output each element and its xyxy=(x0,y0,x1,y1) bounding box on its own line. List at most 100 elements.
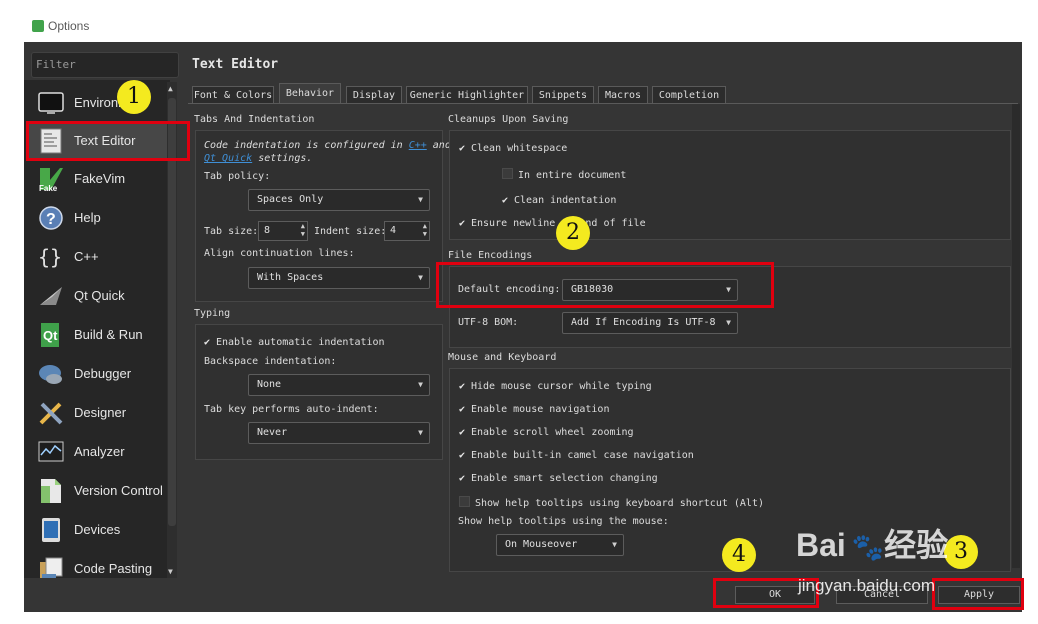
camel-case-navigation-checkbox[interactable]: ✔ Enable built-in camel case navigation xyxy=(459,450,694,461)
clean-whitespace-checkbox[interactable]: ✔ Clean whitespace xyxy=(459,143,567,154)
sidebar-item-build-run[interactable]: Qt Build & Run xyxy=(28,316,170,354)
version-control-icon xyxy=(38,478,64,504)
align-continuation-label: Align continuation lines: xyxy=(204,248,355,259)
sidebar-item-label: Code Pasting xyxy=(74,561,153,576)
tab-snippets[interactable]: Snippets xyxy=(532,86,594,103)
indent-size-label: Indent size: xyxy=(314,226,387,237)
devices-icon xyxy=(38,517,64,543)
chevron-down-icon: ▼ xyxy=(418,380,423,389)
page-title: Text Editor xyxy=(192,57,279,72)
title-bar xyxy=(0,14,1038,42)
help-tooltips-keyboard-checkbox[interactable]: Show help tooltips using keyboard shortc… xyxy=(459,496,764,509)
sidebar-item-label: Qt Quick xyxy=(74,288,125,303)
sidebar-item-label: Version Control xyxy=(74,483,163,498)
analyzer-icon xyxy=(38,439,64,465)
sidebar-item-cpp[interactable]: {} C++ xyxy=(28,238,170,276)
qt-creator-logo-icon xyxy=(32,20,44,32)
sidebar-item-analyzer[interactable]: Analyzer xyxy=(28,433,170,471)
tab-generic-highlighter[interactable]: Generic Highlighter xyxy=(406,86,528,103)
debugger-icon xyxy=(38,361,64,387)
checkmark-icon: ✔ xyxy=(459,381,466,392)
backspace-indentation-label: Backspace indentation: xyxy=(204,356,337,367)
spin-arrows-icon[interactable]: ▲ ▼ xyxy=(301,222,305,238)
sidebar-item-version-control[interactable]: Version Control xyxy=(28,472,170,510)
tab-size-spinbox[interactable]: 8 ▲ ▼ xyxy=(258,221,308,241)
svg-text:{}: {} xyxy=(38,245,62,269)
sidebar-item-label: C++ xyxy=(74,249,99,264)
sidebar-item-help[interactable]: ? Help xyxy=(28,199,170,237)
group-title-cleanups: Cleanups Upon Saving xyxy=(448,114,569,125)
checkmark-icon: ✔ xyxy=(459,404,466,415)
hide-mouse-cursor-checkbox[interactable]: ✔ Hide mouse cursor while typing xyxy=(459,381,652,392)
tab-policy-label: Tab policy: xyxy=(204,171,271,182)
checkmark-icon: ✔ xyxy=(459,473,466,484)
chevron-down-icon: ▼ xyxy=(418,428,423,437)
scroll-wheel-zoom-checkbox[interactable]: ✔ Enable scroll wheel zooming xyxy=(459,427,634,438)
help-tooltips-mouse-combo[interactable]: On Mouseover ▼ xyxy=(496,534,624,556)
tab-macros[interactable]: Macros xyxy=(598,86,648,103)
svg-text:Fake: Fake xyxy=(39,184,58,192)
tab-baseline xyxy=(188,103,1018,104)
chevron-down-icon: ▼ xyxy=(726,318,731,327)
designer-icon xyxy=(38,400,64,426)
tab-behavior[interactable]: Behavior xyxy=(279,83,341,103)
indent-size-spinbox[interactable]: 4 ▲ ▼ xyxy=(384,221,430,241)
group-title-tabs-indentation: Tabs And Indentation xyxy=(194,114,315,125)
scroll-down-icon[interactable]: ▼ xyxy=(168,567,173,576)
fakevim-icon: Fake xyxy=(38,166,64,193)
in-entire-document-checkbox[interactable]: In entire document xyxy=(502,168,626,181)
mouse-navigation-checkbox[interactable]: ✔ Enable mouse navigation xyxy=(459,404,609,415)
help-tooltips-mouse-label: Show help tooltips using the mouse: xyxy=(458,516,669,527)
sidebar-item-label: Analyzer xyxy=(74,444,125,459)
checkmark-icon: ✔ xyxy=(204,337,211,348)
baidu-watermark: Bai 🐾经验 xyxy=(796,527,949,563)
tab-display[interactable]: Display xyxy=(346,86,402,103)
cpp-settings-link[interactable]: C++ xyxy=(409,140,427,151)
sidebar-item-fakevim[interactable]: Fake FakeVim xyxy=(28,160,170,198)
sidebar-item-devices[interactable]: Devices xyxy=(28,511,170,549)
enable-auto-indent-checkbox[interactable]: ✔ Enable automatic indentation xyxy=(204,337,385,348)
spin-arrows-icon[interactable]: ▲ ▼ xyxy=(423,222,427,238)
checkmark-icon: ✔ xyxy=(459,218,466,229)
sidebar-item-qt-quick[interactable]: Qt Quick xyxy=(28,277,170,315)
chevron-down-icon: ▼ xyxy=(418,273,423,282)
backspace-indentation-combo[interactable]: None ▼ xyxy=(248,374,430,396)
annotation-badge-2: 2 xyxy=(556,216,590,250)
sidebar-item-label: Help xyxy=(74,210,101,225)
svg-text:Qt: Qt xyxy=(43,328,58,343)
chevron-down-icon: ▼ xyxy=(418,195,423,204)
group-title-typing: Typing xyxy=(194,308,231,319)
tab-font-colors[interactable]: Font & Colors xyxy=(192,86,274,103)
tab-key-label: Tab key performs auto-indent: xyxy=(204,404,379,415)
tab-completion[interactable]: Completion xyxy=(652,86,726,103)
sidebar-item-code-pasting[interactable]: Code Pasting xyxy=(28,550,170,578)
content-scrollbar[interactable] xyxy=(1012,104,1020,568)
sidebar-item-label: Designer xyxy=(74,405,127,420)
sidebar-item-designer[interactable]: Designer xyxy=(28,394,170,432)
checkmark-icon: ✔ xyxy=(459,450,466,461)
sidebar-item-label: Devices xyxy=(74,522,121,537)
tab-key-combo[interactable]: Never ▼ xyxy=(248,422,430,444)
sidebar-scrollbar-thumb[interactable] xyxy=(168,98,176,526)
checkmark-icon: ✔ xyxy=(459,427,466,438)
indentation-note: Code indentation is configured in C++ an… xyxy=(204,140,451,151)
chevron-down-icon: ▼ xyxy=(612,540,617,549)
highlight-box-default-encoding xyxy=(436,262,774,308)
align-continuation-combo[interactable]: With Spaces ▼ xyxy=(248,267,430,289)
scroll-up-icon[interactable]: ▲ xyxy=(168,84,173,93)
window-title: Options xyxy=(48,19,90,33)
monitor-icon xyxy=(38,90,64,116)
sidebar-item-debugger[interactable]: Debugger xyxy=(28,355,170,393)
annotation-badge-4: 4 xyxy=(722,538,756,572)
braces-icon: {} xyxy=(38,244,64,270)
tab-policy-combo[interactable]: Spaces Only ▼ xyxy=(248,189,430,211)
ensure-newline-checkbox[interactable]: ✔Ensure newline at end of file xyxy=(459,218,646,229)
utf8-bom-combo[interactable]: Add If Encoding Is UTF-8 ▼ xyxy=(562,312,738,334)
qt-quick-settings-link[interactable]: Qt Quick xyxy=(204,153,252,164)
clean-indentation-checkbox[interactable]: ✔ Clean indentation xyxy=(502,195,616,206)
annotation-badge-3: 3 xyxy=(944,535,978,569)
checkbox-empty-icon xyxy=(502,168,513,179)
build-run-icon: Qt xyxy=(38,322,64,348)
smart-selection-checkbox[interactable]: ✔ Enable smart selection changing xyxy=(459,473,658,484)
group-title-mouse-keyboard: Mouse and Keyboard xyxy=(448,352,557,363)
